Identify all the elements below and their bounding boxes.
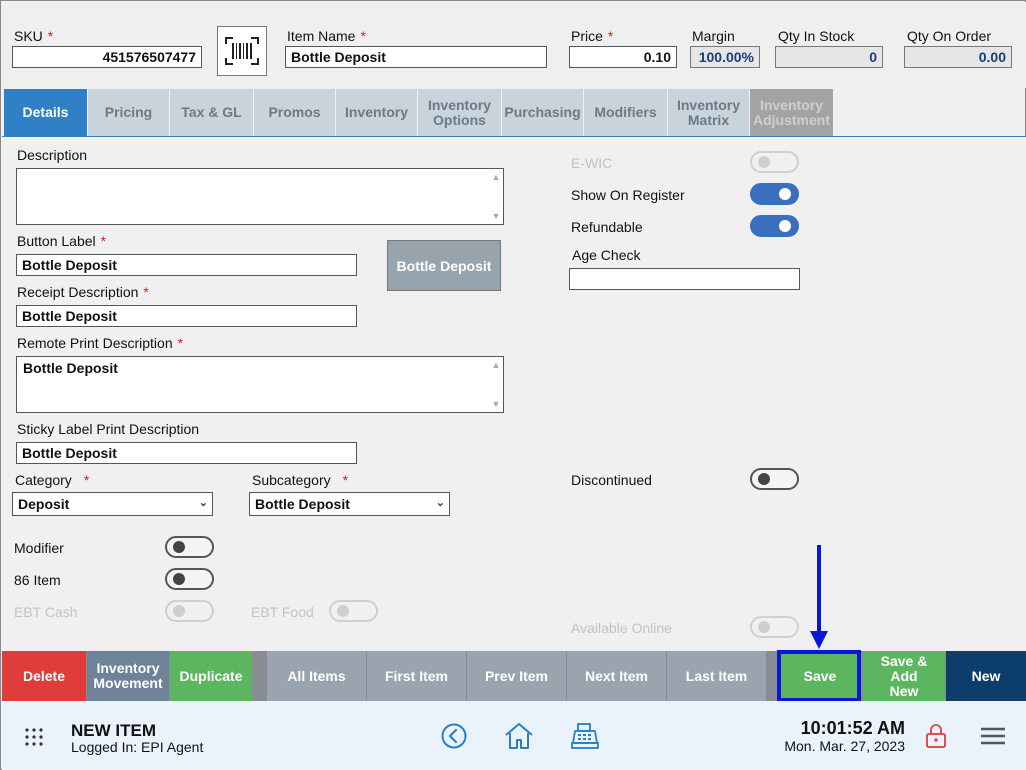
description-label: Description: [17, 147, 88, 163]
details-panel: Description ▲ ▼ Button Label * Bottle Depo…: [2, 137, 1026, 651]
duplicate-button[interactable]: Duplicate: [170, 651, 252, 701]
category-select[interactable]: Deposit ⌄: [12, 492, 213, 516]
inventory-movement-button[interactable]: Inventory Movement: [87, 651, 169, 701]
qty-on-order-label: Qty On Order: [907, 28, 992, 44]
tab-modifiers[interactable]: Modifiers: [584, 89, 668, 136]
all-items-button[interactable]: All Items: [267, 651, 366, 701]
receipt-description-input[interactable]: Bottle Deposit: [16, 305, 357, 327]
subcategory-select[interactable]: Bottle Deposit ⌄: [249, 492, 450, 516]
age-check-input[interactable]: [569, 268, 800, 290]
margin-label: Margin: [692, 28, 735, 44]
sku-label: SKU *: [14, 28, 54, 44]
qty-in-stock-label: Qty In Stock: [778, 28, 855, 44]
ebt-cash-label: EBT Cash: [14, 604, 78, 620]
category-value: Deposit: [18, 496, 70, 512]
tab-inventory-matrix[interactable]: Inventory Matrix: [668, 89, 750, 136]
chevron-down-icon: ⌄: [435, 497, 445, 509]
margin-value: 100.00%: [690, 46, 760, 68]
clock-date: Mon. Mar. 27, 2023: [784, 738, 905, 754]
menu-icon[interactable]: [981, 727, 1005, 745]
modifier-label: Modifier: [14, 540, 64, 556]
item-name-input[interactable]: Bottle Deposit: [285, 46, 547, 68]
barcode-icon: [225, 37, 259, 65]
ewic-toggle: [750, 151, 799, 173]
item86-toggle[interactable]: [165, 568, 214, 590]
sticky-label-input[interactable]: Bottle Deposit: [16, 442, 357, 464]
home-icon[interactable]: [503, 721, 535, 751]
available-online-toggle: [750, 616, 799, 638]
back-circle-icon[interactable]: [441, 723, 467, 749]
first-item-button[interactable]: First Item: [367, 651, 466, 701]
description-textarea[interactable]: ▲ ▼: [16, 168, 504, 225]
tab-inventory-options[interactable]: Inventory Options: [418, 89, 502, 136]
cash-register-icon[interactable]: [570, 722, 600, 750]
remote-print-text: Bottle Deposit: [23, 360, 118, 376]
delete-button[interactable]: Delete: [2, 651, 86, 701]
show-on-register-toggle[interactable]: [750, 183, 799, 205]
button-label-label: Button Label *: [17, 233, 107, 249]
page-title: NEW ITEM: [71, 721, 156, 740]
apps-grid-icon[interactable]: [24, 727, 44, 747]
age-check-label: Age Check: [572, 247, 641, 263]
button-label-input[interactable]: Bottle Deposit: [16, 254, 357, 276]
refundable-label: Refundable: [571, 219, 643, 235]
show-on-register-label: Show On Register: [571, 187, 685, 203]
annotation-arrow-line: [817, 545, 821, 633]
subcategory-value: Bottle Deposit: [255, 496, 350, 512]
last-item-button[interactable]: Last Item: [667, 651, 766, 701]
chevron-down-icon: ⌄: [198, 497, 208, 509]
sticky-label-label: Sticky Label Print Description: [17, 421, 200, 437]
remote-print-textarea[interactable]: Bottle Deposit ▲ ▼: [16, 356, 504, 413]
discontinued-toggle[interactable]: [750, 468, 799, 490]
tab-promos[interactable]: Promos: [254, 89, 336, 136]
receipt-description-label: Receipt Description *: [17, 284, 149, 300]
subcategory-label: Subcategory *: [252, 472, 349, 488]
tab-bar: Details Pricing Tax & GL Promos Inventor…: [4, 89, 834, 136]
ebt-cash-toggle: [165, 600, 214, 622]
logged-in-text: Logged In: EPI Agent: [71, 739, 204, 755]
next-item-button[interactable]: Next Item: [567, 651, 666, 701]
remote-print-label: Remote Print Description *: [17, 335, 184, 351]
qty-on-order-value: 0.00: [904, 46, 1012, 68]
ewic-label: E-WIC: [571, 155, 613, 171]
app-window: SKU * 451576507477 Item Name * Bottle Depo…: [0, 0, 1026, 770]
ebt-food-toggle: [329, 600, 378, 622]
new-button[interactable]: New: [946, 651, 1026, 701]
ebt-food-label: EBT Food: [251, 604, 314, 620]
modifier-toggle[interactable]: [165, 536, 214, 558]
tab-tax-gl[interactable]: Tax & GL: [170, 89, 254, 136]
item-header: SKU * 451576507477 Item Name * Bottle Depo…: [2, 2, 1026, 88]
tab-details[interactable]: Details: [4, 89, 88, 136]
prev-item-button[interactable]: Prev Item: [467, 651, 566, 701]
qty-in-stock-value: 0: [775, 46, 883, 68]
category-label: Category *: [15, 472, 90, 488]
save-add-new-button[interactable]: Save & Add New: [863, 651, 945, 701]
available-online-label: Available Online: [571, 620, 672, 636]
action-bar: Delete Inventory Movement Duplicate All …: [2, 651, 1026, 701]
status-footer: NEW ITEM Logged In: EPI Agent 10:01:52 A…: [2, 701, 1026, 770]
tab-purchasing[interactable]: Purchasing: [502, 89, 584, 136]
discontinued-label: Discontinued: [571, 472, 652, 488]
save-button[interactable]: Save: [781, 651, 859, 701]
sku-input[interactable]: 451576507477: [12, 46, 202, 68]
clock-time: 10:01:52 AM: [800, 718, 905, 738]
description-scrollbar[interactable]: ▲ ▼: [491, 172, 501, 221]
price-input[interactable]: 0.10: [569, 46, 677, 68]
annotation-arrow-head: [810, 631, 828, 649]
button-preview: Bottle Deposit: [387, 240, 501, 291]
barcode-button[interactable]: [217, 26, 267, 76]
refundable-toggle[interactable]: [750, 215, 799, 237]
tab-inventory-adjustment: Inventory Adjustment: [750, 89, 834, 136]
remote-print-scrollbar[interactable]: ▲ ▼: [491, 360, 501, 409]
price-label: Price *: [571, 28, 614, 44]
item86-label: 86 Item: [14, 572, 61, 588]
tab-inventory[interactable]: Inventory: [336, 89, 418, 136]
item-name-label: Item Name *: [287, 28, 366, 44]
lock-icon[interactable]: [925, 723, 947, 749]
tab-pricing[interactable]: Pricing: [88, 89, 170, 136]
